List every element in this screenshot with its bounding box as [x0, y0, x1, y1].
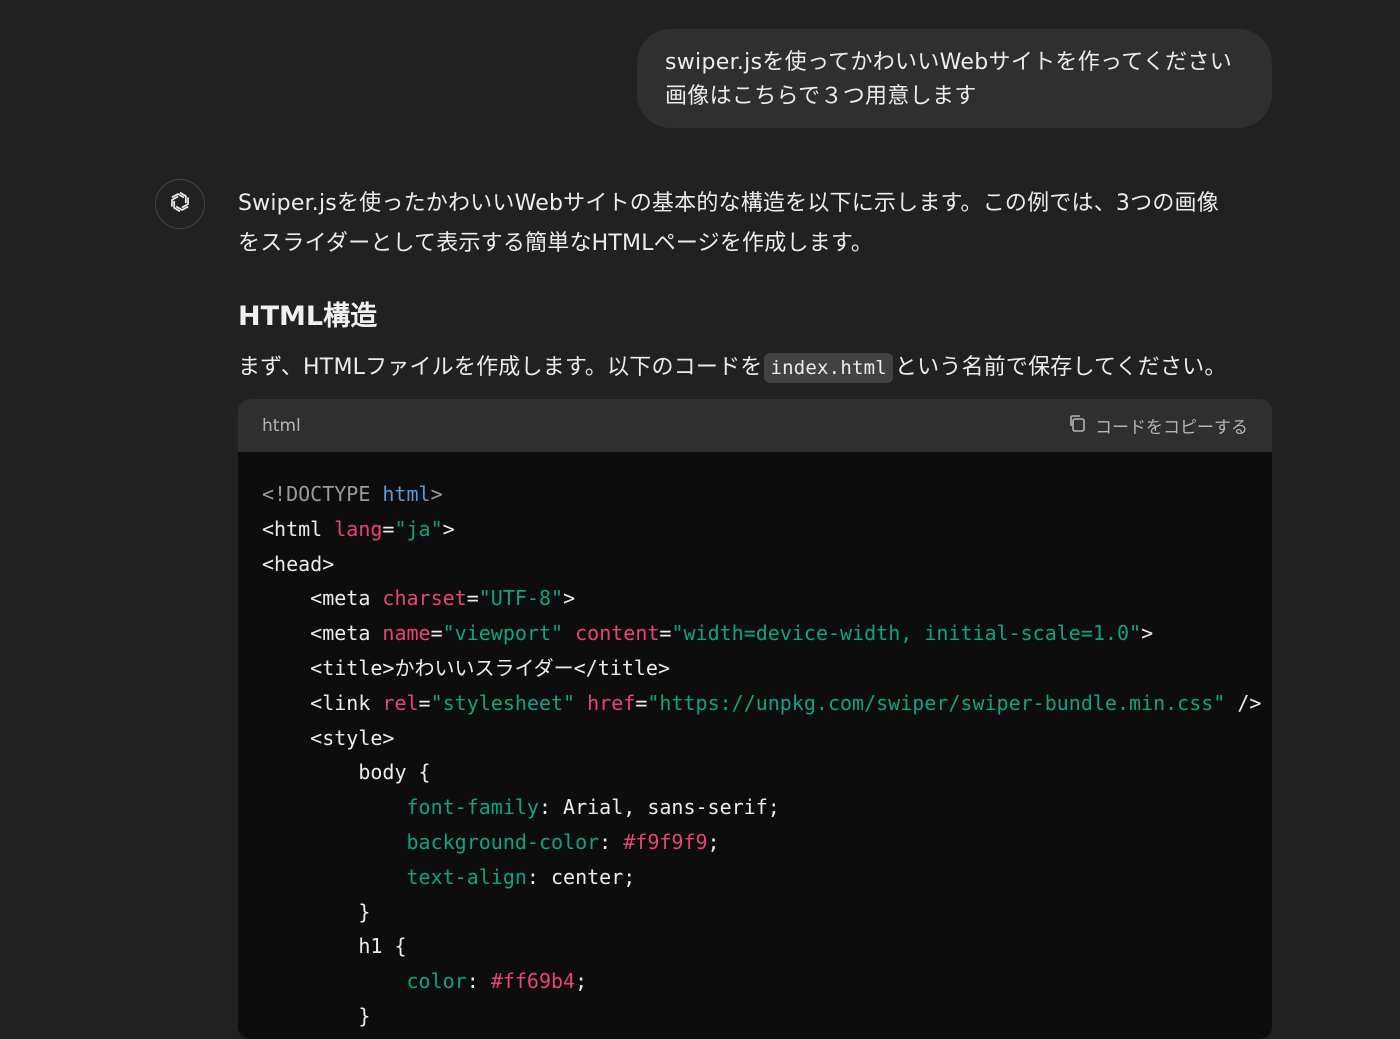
code-token: > [430, 482, 443, 506]
code-line: <html lang="ja"> [262, 512, 1248, 547]
code-token: <html [262, 516, 335, 541]
code-token: <meta [262, 621, 383, 646]
code-line: <head> [262, 547, 1248, 582]
code-token: <head> [262, 551, 335, 576]
code-token: = [418, 690, 431, 715]
code-line: <meta charset="UTF-8"> [262, 581, 1248, 616]
code-token: "width=device-width, initial-scale=1.0" [671, 621, 1142, 646]
user-message-bubble: swiper.jsを使ってかわいいWebサイトを作ってください 画像はこちらで３… [637, 29, 1272, 128]
code-token: > [1141, 621, 1154, 646]
intro-line: をスライダーとして表示する簡単なHTMLページを作成します。 [238, 231, 874, 256]
code-token: #f9f9f9 [623, 829, 708, 854]
code-line: } [262, 999, 1248, 1034]
code-token: = [659, 621, 672, 646]
code-token: ; [707, 829, 720, 854]
code-token: = [466, 586, 479, 611]
code-line: } [262, 895, 1248, 930]
code-token: /> [1225, 690, 1262, 715]
copy-code-button[interactable]: コードをコピーする [1067, 413, 1248, 438]
code-token: body { [262, 760, 431, 785]
copy-icon [1067, 413, 1087, 438]
instruction-text-before: まず、HTMLファイルを作成します。以下のコードを [238, 355, 763, 380]
code-block: html コードをコピーする <!DOCTYPE html> <html lang… [238, 399, 1272, 1039]
code-token: "stylesheet" [430, 690, 576, 715]
code-token: = [635, 690, 648, 715]
openai-logo-icon [166, 188, 194, 220]
code-token: h1 { [262, 934, 407, 959]
code-token: } [262, 899, 371, 924]
code-line: color: #ff69b4; [262, 964, 1248, 999]
code-token: charset [382, 586, 467, 611]
code-token: > [442, 516, 455, 541]
code-token: href [587, 690, 636, 715]
code-token: = [382, 516, 395, 541]
section-heading: HTML構造 [238, 301, 378, 332]
user-message-line: swiper.jsを使ってかわいいWebサイトを作ってください [665, 50, 1233, 75]
code-line: <title>かわいいスライダー</title> [262, 651, 1248, 686]
code-token: text-align [406, 864, 527, 889]
user-message-line: 画像はこちらで３つ用意します [665, 84, 977, 109]
code-token: <style> [262, 725, 395, 750]
code-token: : Arial, sans-serif; [538, 795, 780, 820]
code-line: <!DOCTYPE html> [262, 477, 1248, 512]
code-token: ; [575, 969, 588, 994]
code-token: "ja" [394, 516, 443, 541]
code-token: <meta [262, 586, 383, 611]
assistant-instruction: まず、HTMLファイルを作成します。以下のコードを index.html という名前… [238, 348, 1227, 388]
code-token: name [382, 621, 431, 646]
code-token: <title>かわいいスライダー</title> [262, 655, 670, 680]
code-token: : [599, 829, 624, 854]
intro-line: Swiper.jsを使ったかわいいWebサイトの基本的な構造を以下に示します。こ… [238, 191, 1219, 216]
code-line: <meta name="viewport" content="width=dev… [262, 616, 1248, 651]
assistant-intro: Swiper.jsを使ったかわいいWebサイトの基本的な構造を以下に示します。こ… [238, 184, 1278, 264]
assistant-message: Swiper.jsを使ったかわいいWebサイトの基本的な構造を以下に示します。こ… [238, 184, 1278, 383]
code-token: <!DOCTYPE [262, 482, 383, 506]
code-token: : [466, 969, 491, 994]
code-token: : center; [526, 864, 636, 889]
code-line: h1 { [262, 929, 1248, 964]
code-token: > [563, 586, 576, 611]
code-line: text-align: center; [262, 860, 1248, 895]
copy-code-label: コードをコピーする [1095, 418, 1248, 438]
code-token: content [575, 621, 660, 646]
instruction-text-after: という名前で保存してください。 [894, 355, 1227, 380]
code-line: font-family: Arial, sans-serif; [262, 790, 1248, 825]
code-token: #ff69b4 [490, 969, 576, 994]
code-token: background-color [406, 829, 600, 854]
code-line: body { [262, 755, 1248, 790]
code-token: "viewport" [442, 621, 564, 646]
code-line: background-color: #f9f9f9; [262, 825, 1248, 860]
code-token: rel [382, 690, 419, 715]
code-token: "https://unpkg.com/swiper/swiper-bundle.… [647, 690, 1226, 715]
code-block-header: html コードをコピーする [238, 399, 1272, 452]
code-token: = [430, 621, 443, 646]
code-token: <link [262, 690, 383, 715]
inline-code-filename: index.html [764, 353, 893, 383]
code-line: <link rel="stylesheet" href="https://unp… [262, 686, 1261, 721]
code-content: <!DOCTYPE html> <html lang="ja"> <head> <m… [238, 452, 1272, 1034]
code-token: html [382, 482, 431, 506]
code-token: font-family [406, 795, 539, 820]
code-token: "UTF-8" [478, 586, 564, 611]
code-language-label: html [262, 415, 301, 436]
code-token: lang [334, 516, 383, 541]
code-token: color [406, 969, 467, 994]
assistant-avatar [155, 179, 205, 229]
code-line: <style> [262, 721, 1248, 756]
